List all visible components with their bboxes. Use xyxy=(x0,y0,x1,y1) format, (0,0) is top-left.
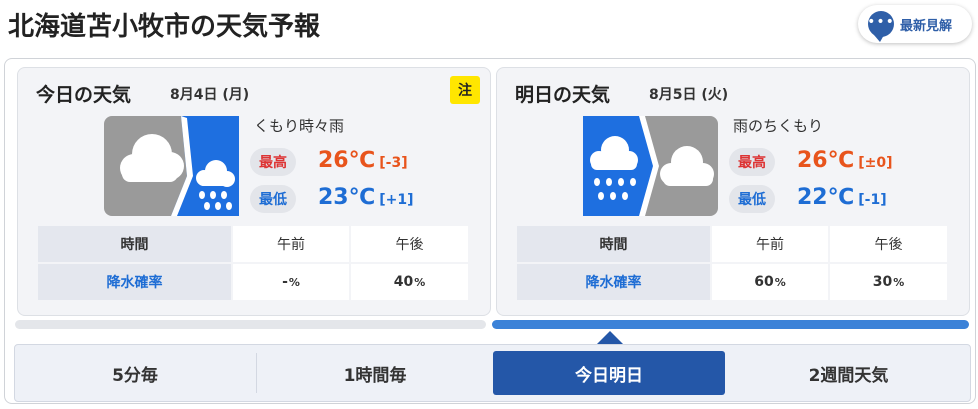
today-weather-text: くもり時々雨 xyxy=(254,117,345,135)
cloudy-then-rain-icon xyxy=(104,116,239,216)
tomorrow-low-temp: 22℃ [-1] xyxy=(797,185,887,210)
tomorrow-precip-table: 時間 午前 午後 降水確率 60% 30% xyxy=(517,226,947,302)
tomorrow-low-label: 最低 xyxy=(729,185,775,213)
today-date: 8月4日 (月) xyxy=(170,87,250,103)
tab-2week[interactable]: 2週間天気 xyxy=(727,345,970,401)
tomorrow-pm-precip: 30% xyxy=(830,264,947,300)
warning-badge[interactable]: 注 xyxy=(450,76,480,104)
chat-bubble-icon: ••• xyxy=(867,11,894,42)
today-am-precip: -% xyxy=(233,264,349,300)
tomorrow-am-precip: 60% xyxy=(712,264,828,300)
forecast-tabs: 5分毎 1時間毎 今日明日 2週間天気 xyxy=(14,344,971,402)
latest-commentary-button[interactable]: ••• 最新見解 xyxy=(858,5,972,43)
page-title: 北海道苫小牧市の天気予報 xyxy=(8,12,321,42)
today-low-label: 最低 xyxy=(250,185,296,213)
latest-commentary-label: 最新見解 xyxy=(900,18,953,34)
precip-label: 降水確率 xyxy=(517,264,710,300)
pm-header: 午後 xyxy=(351,226,468,262)
scroll-indicator-inactive xyxy=(15,320,486,329)
pm-header: 午後 xyxy=(830,226,947,262)
scroll-indicator-active xyxy=(492,320,969,329)
today-low-diff: [+1] xyxy=(379,192,414,208)
tomorrow-high-temp: 26℃ [±0] xyxy=(797,148,893,173)
tomorrow-high-diff: [±0] xyxy=(858,155,893,171)
time-header: 時間 xyxy=(38,226,231,262)
today-high-diff: [-3] xyxy=(379,155,408,171)
rain-then-cloudy-icon xyxy=(583,116,718,216)
tomorrow-date: 8月5日 (火) xyxy=(649,87,729,103)
am-header: 午前 xyxy=(233,226,349,262)
today-high-temp: 26℃ [-3] xyxy=(318,148,408,173)
today-pm-precip: 40% xyxy=(351,264,468,300)
tomorrow-forecast-card: 明日の天気 8月5日 (火) 雨のちくもり 最高 26℃ [±0] 最低 22℃… xyxy=(496,67,970,316)
tomorrow-weather-text: 雨のちくもり xyxy=(733,117,824,135)
today-high-label: 最高 xyxy=(250,148,296,176)
tab-today-tomorrow[interactable]: 今日明日 xyxy=(493,351,725,395)
time-header: 時間 xyxy=(517,226,710,262)
today-low-temp: 23℃ [+1] xyxy=(318,185,414,210)
today-heading: 今日の天気 xyxy=(36,84,132,106)
precip-label: 降水確率 xyxy=(38,264,231,300)
today-precip-table: 時間 午前 午後 降水確率 -% 40% xyxy=(38,226,468,302)
tomorrow-low-diff: [-1] xyxy=(858,192,887,208)
today-forecast-card: 今日の天気 8月4日 (月) 注 くもり時々雨 最高 26℃ [-3] 最低 2… xyxy=(17,67,491,316)
tab-hourly[interactable]: 1時間毎 xyxy=(257,345,493,401)
selected-tab-caret xyxy=(596,331,624,345)
tomorrow-heading: 明日の天気 xyxy=(515,84,611,106)
tab-5min[interactable]: 5分毎 xyxy=(15,345,255,401)
am-header: 午前 xyxy=(712,226,828,262)
tomorrow-high-label: 最高 xyxy=(729,148,775,176)
